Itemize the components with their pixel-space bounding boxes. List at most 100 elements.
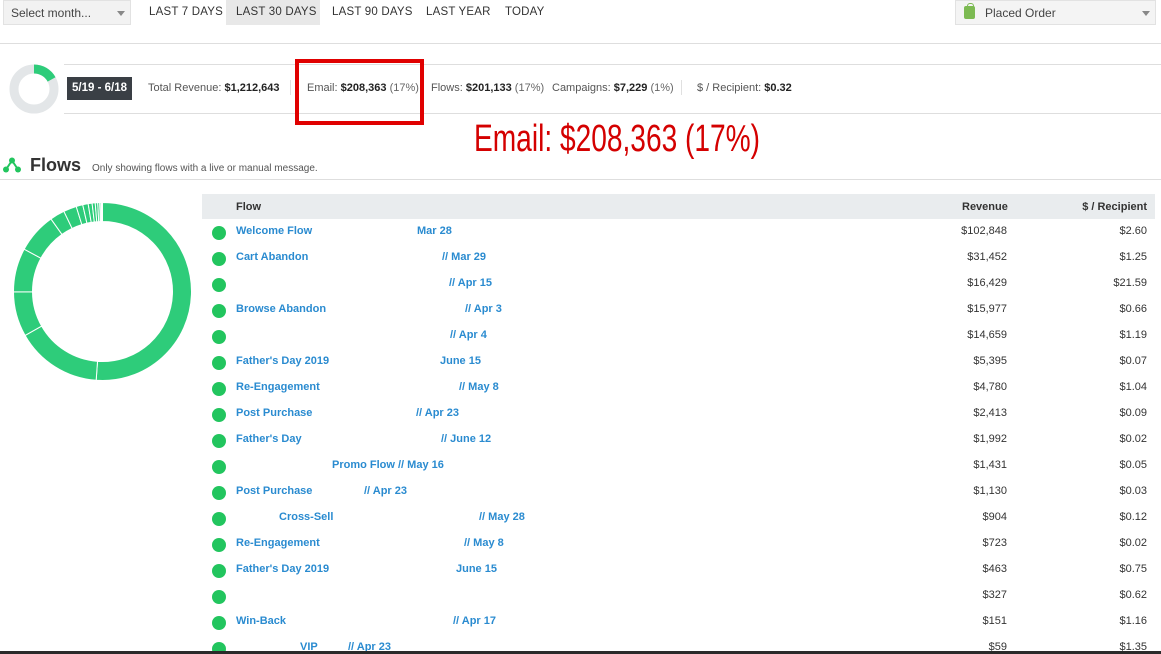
flow-name-link[interactable]: Welcome Flow — [236, 225, 312, 237]
divider — [64, 113, 1161, 114]
flow-revenue: $151 — [982, 615, 1007, 627]
flow-date[interactable]: Promo Flow // May 16 — [332, 459, 444, 471]
table-row[interactable]: Win-Back // Apr 17 $151 $1.16 — [202, 609, 1155, 635]
flow-name-link[interactable]: Re-Engagement — [236, 537, 320, 549]
flow-date[interactable]: Mar 28 — [417, 225, 452, 237]
flow-per-recipient: $1.19 — [1119, 329, 1147, 341]
shopify-bag-icon — [964, 3, 975, 19]
range-last-30-days[interactable]: LAST 30 DAYS — [226, 0, 320, 25]
date-range-badge: 5/19 - 6/18 — [67, 77, 132, 100]
status-live-icon — [212, 408, 226, 422]
status-live-icon — [212, 434, 226, 448]
table-row[interactable]: // Apr 4 $14,659 $1.19 — [202, 323, 1155, 349]
divider — [0, 43, 1161, 44]
flow-revenue: $463 — [982, 563, 1007, 575]
flow-name-link[interactable]: Father's Day 2019 — [236, 355, 329, 367]
per-recipient-value: $0.32 — [764, 82, 792, 94]
flow-name-link[interactable]: Father's Day — [236, 433, 302, 445]
flows-stat: Flows: $201,133 (17%) — [431, 82, 544, 94]
flow-date[interactable]: // Apr 15 — [449, 277, 492, 289]
column-header-per-recipient[interactable]: $ / Recipient — [1082, 201, 1147, 213]
column-header-flow[interactable]: Flow — [236, 201, 261, 213]
column-header-revenue[interactable]: Revenue — [962, 201, 1008, 213]
flow-revenue: $723 — [982, 537, 1007, 549]
range-today[interactable]: TODAY — [505, 0, 545, 25]
email-share-donut — [9, 64, 59, 114]
flow-revenue: $14,659 — [967, 329, 1007, 341]
status-live-icon — [212, 226, 226, 240]
flow-per-recipient: $0.02 — [1119, 433, 1147, 445]
flow-name-link[interactable]: Re-Engagement — [236, 381, 320, 393]
flow-date[interactable]: // May 8 — [464, 537, 504, 549]
table-row[interactable]: Post Purchase // Apr 23 $2,413 $0.09 — [202, 401, 1155, 427]
table-row[interactable]: Father's Day 2019 June 15 $463 $0.75 — [202, 557, 1155, 583]
per-recipient-label: $ / Recipient: — [697, 82, 762, 94]
flow-date[interactable]: // May 28 — [479, 511, 525, 523]
table-row[interactable]: Cross-Sell // May 28 $904 $0.12 — [202, 505, 1155, 531]
flow-date[interactable]: // Apr 4 — [450, 329, 487, 341]
metric-select-label: Placed Order — [985, 6, 1056, 20]
month-select[interactable]: Select month... — [3, 0, 131, 25]
flow-revenue: $2,413 — [973, 407, 1007, 419]
table-row[interactable]: Cart Abandon // Mar 29 $31,452 $1.25 — [202, 245, 1155, 271]
flow-per-recipient: $1.25 — [1119, 251, 1147, 263]
divider — [64, 64, 1161, 65]
flow-date[interactable]: // Apr 23 — [364, 485, 407, 497]
flow-date[interactable]: // Apr 23 — [416, 407, 459, 419]
status-live-icon — [212, 460, 226, 474]
flow-revenue: $4,780 — [973, 381, 1007, 393]
table-row[interactable]: Father's Day // June 12 $1,992 $0.02 — [202, 427, 1155, 453]
campaigns-stat: Campaigns: $7,229 (1%) — [552, 82, 674, 94]
flow-per-recipient: $1.04 — [1119, 381, 1147, 393]
divider — [681, 80, 682, 95]
flow-date[interactable]: // Mar 29 — [442, 251, 486, 263]
donut-slice — [95, 201, 192, 381]
table-row[interactable]: Welcome Flow Mar 28 $102,848 $2.60 — [202, 219, 1155, 245]
annotation-text: Email: $208,363 (17%) — [474, 118, 761, 160]
range-last-90-days[interactable]: LAST 90 DAYS — [332, 0, 413, 25]
flow-date[interactable]: June 15 — [456, 563, 497, 575]
flow-per-recipient: $0.02 — [1119, 537, 1147, 549]
campaigns-pct: (1%) — [650, 82, 674, 94]
flow-name-link[interactable]: Cart Abandon — [236, 251, 308, 263]
status-live-icon — [212, 330, 226, 344]
chevron-down-icon — [1142, 11, 1150, 16]
range-last-year[interactable]: LAST YEAR — [426, 0, 491, 25]
divider — [290, 80, 291, 95]
flow-per-recipient: $0.12 — [1119, 511, 1147, 523]
metric-select[interactable]: Placed Order — [955, 0, 1156, 25]
table-header: Flow Revenue $ / Recipient — [202, 194, 1155, 219]
chevron-down-icon — [117, 11, 125, 16]
table-row[interactable]: Browse Abandon // Apr 3 $15,977 $0.66 — [202, 297, 1155, 323]
flow-name-link[interactable]: Post Purchase — [236, 485, 312, 497]
flow-date[interactable]: // June 12 — [441, 433, 491, 445]
flow-name-link[interactable]: Browse Abandon — [236, 303, 326, 315]
flow-name-link[interactable]: Post Purchase — [236, 407, 312, 419]
table-row[interactable]: Father's Day 2019 June 15 $5,395 $0.07 — [202, 349, 1155, 375]
table-row[interactable]: Re-Engagement // May 8 $723 $0.02 — [202, 531, 1155, 557]
table-row[interactable]: Promo Flow // May 16 $1,431 $0.05 — [202, 453, 1155, 479]
flow-name-link[interactable]: Father's Day 2019 — [236, 563, 329, 575]
total-revenue-value: $1,212,643 — [224, 82, 280, 94]
range-last-7-days[interactable]: LAST 7 DAYS — [149, 0, 223, 25]
flow-date[interactable]: // Apr 3 — [465, 303, 502, 315]
per-recipient-stat: $ / Recipient: $0.32 — [697, 82, 792, 94]
table-row[interactable]: Re-Engagement // May 8 $4,780 $1.04 — [202, 375, 1155, 401]
flow-name-link[interactable]: Cross-Sell — [279, 511, 333, 523]
flow-date[interactable]: June 15 — [440, 355, 481, 367]
flows-icon — [3, 157, 21, 173]
status-live-icon — [212, 382, 226, 396]
flow-revenue: $327 — [982, 589, 1007, 601]
flow-per-recipient: $0.62 — [1119, 589, 1147, 601]
table-row[interactable]: // Apr 15 $16,429 $21.59 — [202, 271, 1155, 297]
flow-per-recipient: $0.03 — [1119, 485, 1147, 497]
flow-name-link[interactable]: Win-Back — [236, 615, 286, 627]
flow-date[interactable]: // Apr 17 — [453, 615, 496, 627]
status-live-icon — [212, 304, 226, 318]
flow-date[interactable]: // May 8 — [459, 381, 499, 393]
table-row[interactable]: Post Purchase // Apr 23 $1,130 $0.03 — [202, 479, 1155, 505]
flow-per-recipient: $0.05 — [1119, 459, 1147, 471]
status-live-icon — [212, 616, 226, 630]
flows-revenue-donut — [12, 201, 192, 381]
table-row[interactable]: $327 $0.62 — [202, 583, 1155, 609]
